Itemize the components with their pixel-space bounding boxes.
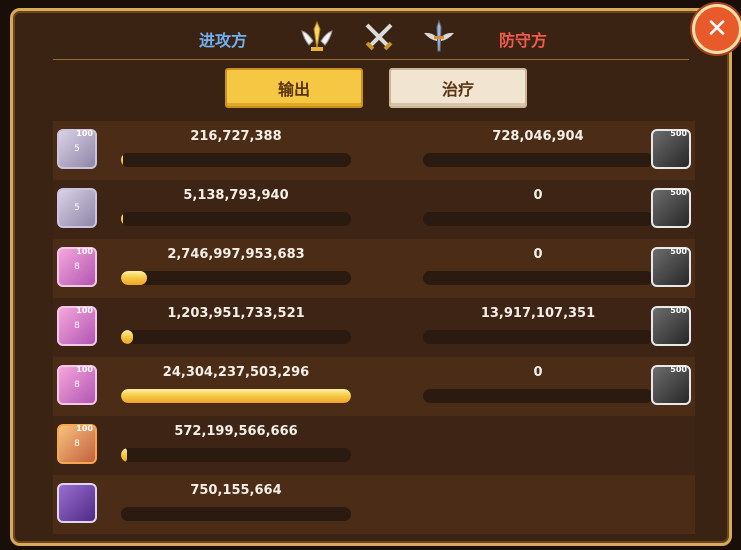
stats-row: 100 8 2,746,997,953,683 0 500 (53, 239, 695, 298)
attacker-damage-bar (121, 271, 351, 285)
defender-avatar[interactable]: 500 (651, 188, 691, 228)
attacker-damage-value: 750,155,664 (190, 483, 282, 498)
attacker-avatar[interactable]: 100 8 (57, 365, 97, 405)
defender-avatar[interactable]: 500 (651, 365, 691, 405)
defender-damage-value: 728,046,904 (492, 129, 584, 144)
attacker-damage-bar-fill (121, 330, 133, 344)
attacker-title: 进攻方 (199, 31, 248, 50)
stats-row: 100 5 216,727,388 728,046,904 500 (53, 121, 695, 180)
close-icon: ✕ (706, 14, 728, 44)
attacker-damage-bar (121, 448, 351, 462)
attacker-damage-bar (121, 212, 351, 226)
stats-row: 5 5,138,793,940 0 500 (53, 180, 695, 239)
defender-damage-bar (423, 153, 653, 167)
attacker-damage-value: 1,203,951,733,521 (167, 306, 305, 321)
winged-sword-trophy-icon (301, 20, 333, 51)
attacker-avatar[interactable]: 100 8 (57, 247, 97, 287)
attacker-damage-bar (121, 330, 351, 344)
attacker-damage-bar-fill (121, 271, 147, 285)
attacker-damage-bar-fill (121, 153, 124, 167)
attacker-avatar[interactable]: 5 (57, 188, 97, 228)
defender-damage-bar (423, 271, 653, 285)
winged-sword-icon (424, 19, 454, 52)
attacker-avatar[interactable]: 100 8 (57, 306, 97, 346)
header-divider (53, 59, 689, 60)
tab-output[interactable]: 输出 (225, 68, 363, 108)
attacker-avatar[interactable] (57, 483, 97, 523)
stats-row: 100 8 24,304,237,503,296 0 500 (53, 357, 695, 416)
attacker-damage-bar (121, 153, 351, 167)
attacker-damage-value: 216,727,388 (190, 129, 282, 144)
attacker-avatar[interactable]: 100 8 (57, 424, 97, 464)
crossed-swords-icon (365, 23, 393, 51)
battle-stats-panel: 进攻方 防守方 输出 治疗 100 5 216,727,388 728,046,… (10, 8, 732, 546)
attacker-damage-bar-fill (121, 212, 124, 226)
defender-avatar[interactable]: 500 (651, 247, 691, 287)
tab-heal[interactable]: 治疗 (389, 68, 527, 108)
header-bar: 进攻方 防守方 (13, 11, 729, 63)
attacker-damage-bar-fill (121, 448, 127, 462)
attacker-damage-value: 2,746,997,953,683 (167, 247, 305, 262)
defender-damage-value: 0 (533, 247, 543, 262)
attacker-damage-value: 24,304,237,503,296 (162, 365, 310, 380)
attacker-damage-bar (121, 389, 351, 403)
defender-damage-value: 0 (533, 365, 543, 380)
defender-damage-bar (423, 330, 653, 344)
attacker-damage-bar (121, 507, 351, 521)
attacker-damage-value: 5,138,793,940 (183, 188, 289, 203)
defender-avatar[interactable]: 500 (651, 306, 691, 346)
attacker-damage-value: 572,199,566,666 (174, 424, 298, 439)
close-button[interactable]: ✕ (692, 4, 741, 54)
stats-row: 100 8 1,203,951,733,521 13,917,107,351 50… (53, 298, 695, 357)
attacker-avatar[interactable]: 100 5 (57, 129, 97, 169)
defender-damage-value: 13,917,107,351 (480, 306, 596, 321)
defender-damage-value: 0 (533, 188, 543, 203)
defender-title: 防守方 (499, 31, 548, 50)
stats-row: 750,155,664 (53, 475, 695, 534)
stats-row: 100 8 572,199,566,666 (53, 416, 695, 475)
defender-damage-bar (423, 212, 653, 226)
defender-avatar[interactable]: 500 (651, 129, 691, 169)
attacker-damage-bar-fill (121, 389, 351, 403)
defender-damage-bar (423, 389, 653, 403)
